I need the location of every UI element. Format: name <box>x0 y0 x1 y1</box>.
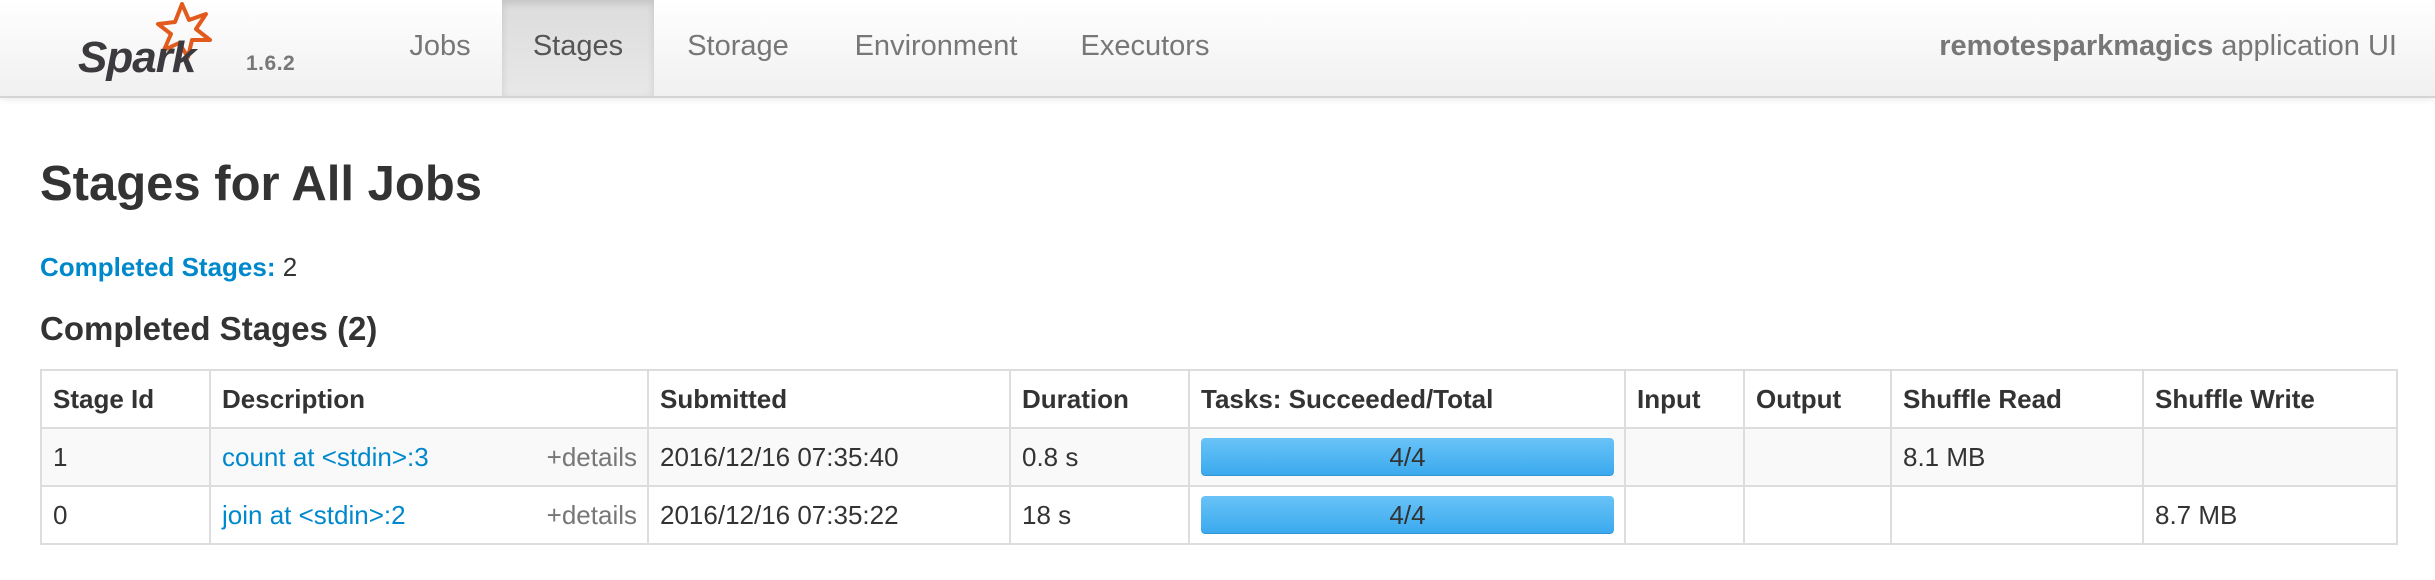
submitted-cell: 2016/12/16 07:35:40 <box>647 427 1011 487</box>
details-toggle[interactable]: +details <box>547 430 637 484</box>
tasks-cell: 4/4 <box>1188 427 1626 487</box>
output-cell <box>1743 427 1892 487</box>
duration-cell: 0.8 s <box>1009 427 1190 487</box>
shuffle-write-cell <box>2142 427 2398 487</box>
stages-summary: Completed Stages: 2 <box>40 252 297 283</box>
shuffle-write-cell: 8.7 MB <box>2142 485 2398 545</box>
tab-stages[interactable]: Stages <box>502 0 654 96</box>
description-cell: count at <stdin>:3 +details <box>209 427 649 487</box>
table-row: 1 count at <stdin>:3 +details 2016/12/16… <box>40 427 2398 487</box>
completed-stages-heading[interactable]: Completed Stages (2) <box>40 310 377 348</box>
header-duration[interactable]: Duration <box>1009 369 1190 429</box>
details-toggle[interactable]: +details <box>547 488 637 542</box>
tasks-progress-label: 4/4 <box>1389 442 1426 472</box>
table-row: 0 join at <stdin>:2 +details 2016/12/16 … <box>40 485 2398 545</box>
tasks-progress-label: 4/4 <box>1389 500 1426 530</box>
header-shuffle-write[interactable]: Shuffle Write <box>2142 369 2398 429</box>
stage-id-cell: 0 <box>40 485 211 545</box>
app-title-suffix: application UI <box>2213 30 2397 62</box>
app-name: remotesparkmagics <box>1939 30 2214 62</box>
header-submitted[interactable]: Submitted <box>647 369 1011 429</box>
tasks-progress: 4/4 <box>1201 496 1614 534</box>
spark-logo-text: Spark <box>78 33 199 82</box>
tab-environment[interactable]: Environment <box>822 0 1050 96</box>
spark-logo: Spark <box>78 2 212 82</box>
submitted-cell: 2016/12/16 07:35:22 <box>647 485 1011 545</box>
header-tasks[interactable]: Tasks: Succeeded/Total <box>1188 369 1626 429</box>
header-shuffle-read[interactable]: Shuffle Read <box>1890 369 2144 429</box>
header-description[interactable]: Description <box>209 369 649 429</box>
input-cell <box>1624 485 1745 545</box>
stage-description-link[interactable]: count at <stdin>:3 <box>222 442 429 472</box>
spark-brand[interactable]: Spark 1.6.2 <box>78 0 318 96</box>
stage-description-link[interactable]: join at <stdin>:2 <box>222 500 406 530</box>
tasks-cell: 4/4 <box>1188 485 1626 545</box>
table-header-row: Stage Id Description Submitted Duration … <box>40 369 2398 429</box>
shuffle-read-cell: 8.1 MB <box>1890 427 2144 487</box>
duration-cell: 18 s <box>1009 485 1190 545</box>
completed-stages-table: Stage Id Description Submitted Duration … <box>40 369 2398 545</box>
top-navbar: Spark 1.6.2 Jobs Stages Storage Environm… <box>0 0 2435 98</box>
header-stage-id[interactable]: Stage Id <box>40 369 211 429</box>
app-title: remotesparkmagics application UI <box>1939 0 2397 96</box>
tasks-progress: 4/4 <box>1201 438 1614 476</box>
output-cell <box>1743 485 1892 545</box>
spark-version: 1.6.2 <box>246 52 296 75</box>
header-input[interactable]: Input <box>1624 369 1745 429</box>
tab-executors[interactable]: Executors <box>1052 0 1238 96</box>
page-title: Stages for All Jobs <box>40 157 483 211</box>
completed-stages-count: 2 <box>282 252 298 282</box>
input-cell <box>1624 427 1745 487</box>
completed-stages-link[interactable]: Completed Stages: <box>40 252 276 282</box>
stage-id-cell: 1 <box>40 427 211 487</box>
shuffle-read-cell <box>1890 485 2144 545</box>
tab-storage[interactable]: Storage <box>656 0 820 96</box>
description-cell: join at <stdin>:2 +details <box>209 485 649 545</box>
header-output[interactable]: Output <box>1743 369 1892 429</box>
tab-jobs[interactable]: Jobs <box>380 0 500 96</box>
